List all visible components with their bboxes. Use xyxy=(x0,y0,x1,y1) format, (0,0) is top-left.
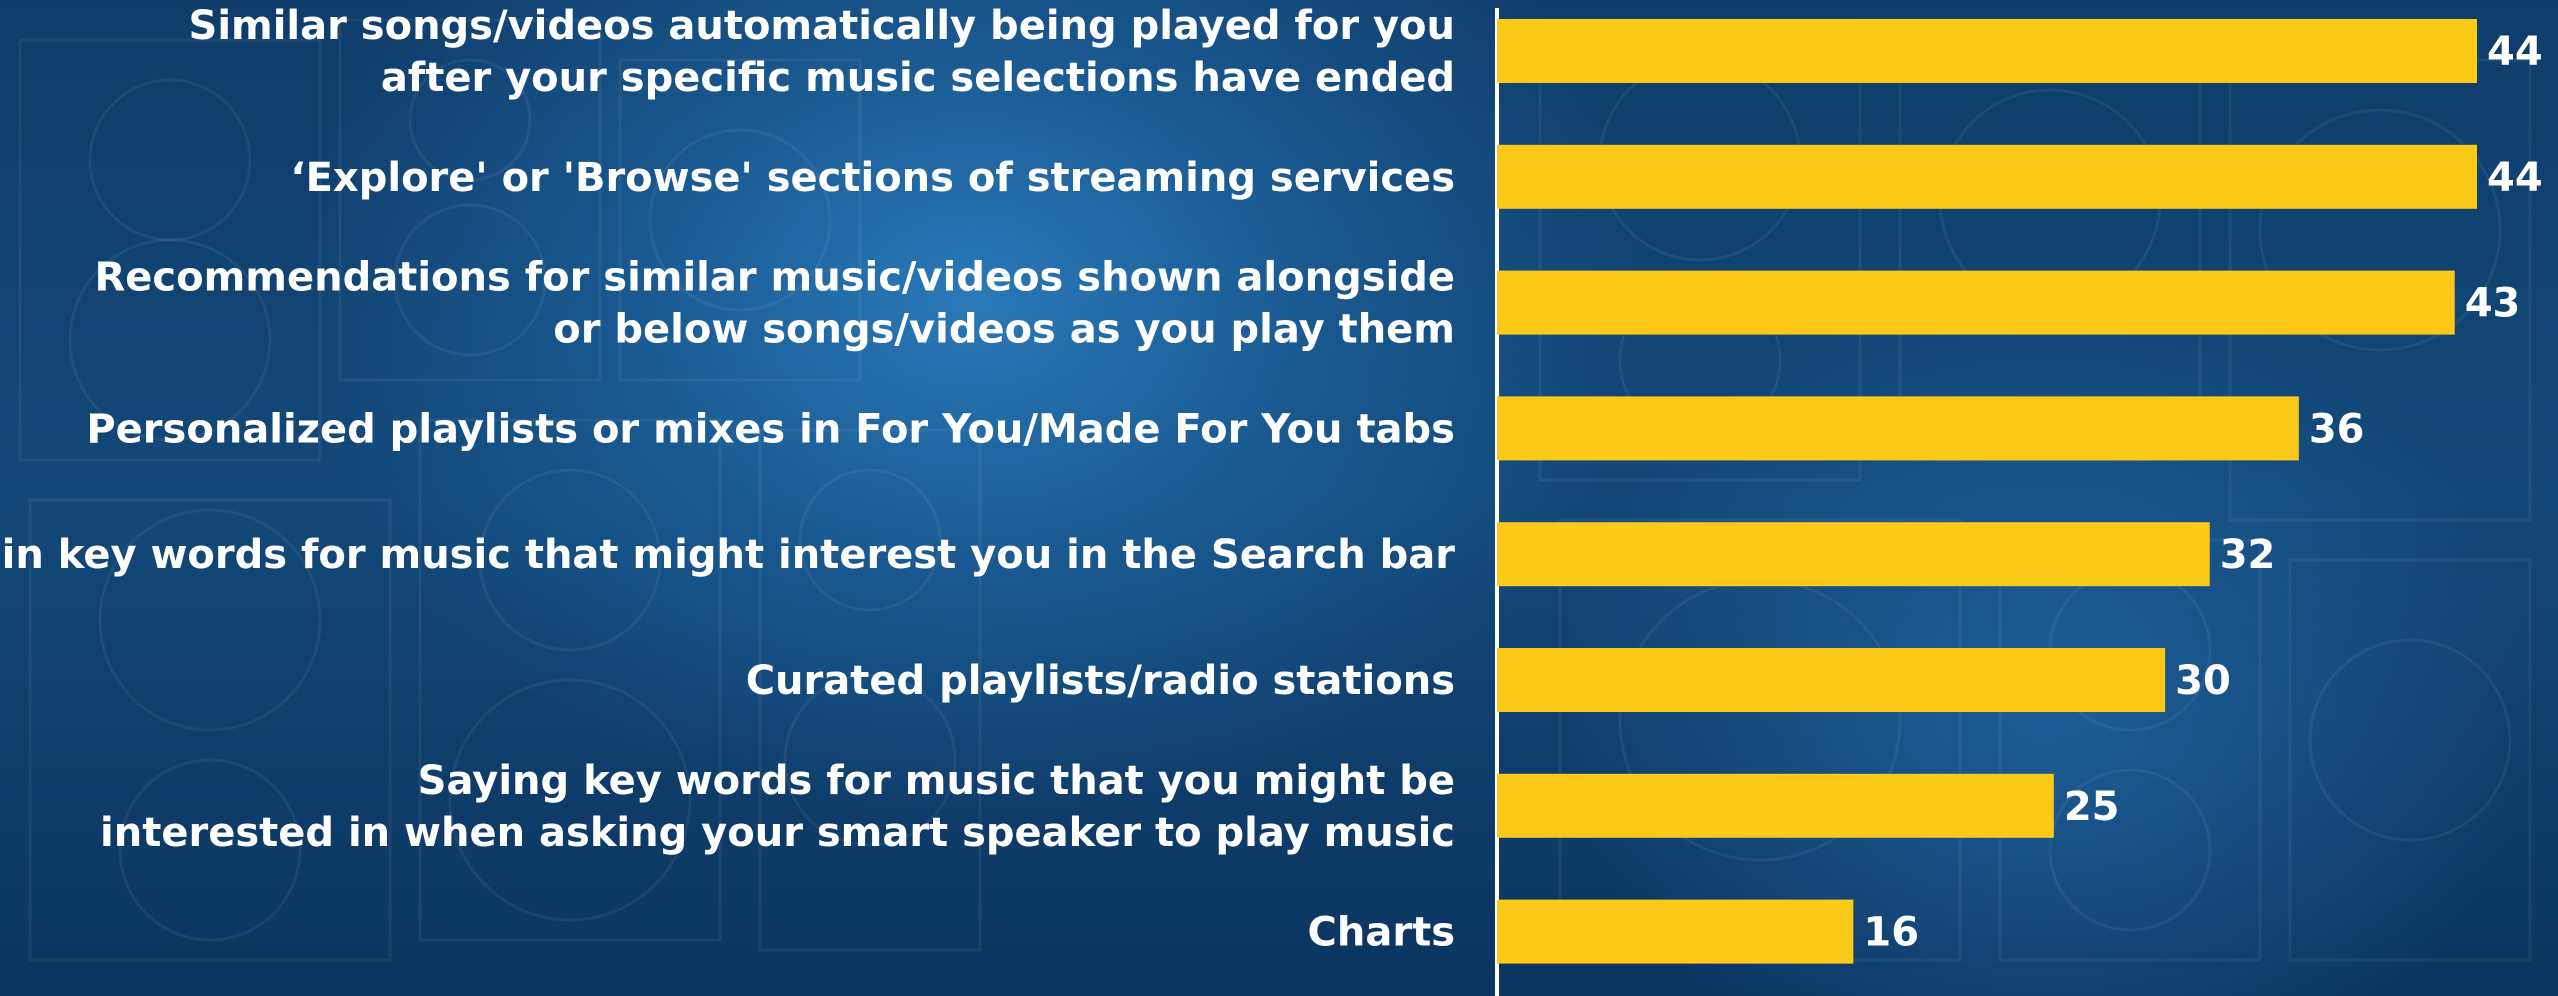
bar xyxy=(1497,899,1854,964)
category-label-line: Recommendations for similar music/videos… xyxy=(95,255,1456,301)
category-label: Similar songs/videos automatically being… xyxy=(189,3,1455,101)
bar xyxy=(1497,144,2477,209)
category-label-line: Curated playlists/radio stations xyxy=(746,658,1455,704)
data-label: 16 xyxy=(1863,910,1919,956)
bar xyxy=(1497,522,2210,587)
bar xyxy=(1497,396,2299,461)
category-label: ‘Explore' or 'Browse' sections of stream… xyxy=(290,155,1455,201)
bar xyxy=(1497,270,2455,335)
bar xyxy=(1497,648,2166,712)
category-label-line: Similar songs/videos automatically being… xyxy=(189,3,1455,49)
bar xyxy=(1497,19,2477,83)
data-label: 25 xyxy=(2064,784,2120,830)
bar xyxy=(1497,773,2054,838)
category-label-line: interested in when asking your smart spe… xyxy=(100,810,1455,856)
data-label: 44 xyxy=(2487,155,2543,201)
category-label: Curated playlists/radio stations xyxy=(746,658,1455,704)
category-label-line: after your specific music selections hav… xyxy=(381,55,1455,101)
bar-chart: 44 Similar songs/videos automatically bei… xyxy=(0,3,2543,996)
category-label: Recommendations for similar music/videos… xyxy=(95,255,1456,353)
category-label-line: Personalized playlists or mixes in For Y… xyxy=(86,406,1455,452)
category-label: Typing in key words for music that might… xyxy=(0,532,1455,578)
category-label-line: Saying key words for music that you migh… xyxy=(418,758,1455,804)
data-label: 32 xyxy=(2220,532,2276,578)
category-label: Personalized playlists or mixes in For Y… xyxy=(86,406,1455,452)
category-label-line: Typing in key words for music that might… xyxy=(0,532,1455,578)
category-label-line: ‘Explore' or 'Browse' sections of stream… xyxy=(290,155,1455,201)
data-label: 36 xyxy=(2309,406,2365,452)
data-label: 44 xyxy=(2487,29,2543,75)
category-label: Saying key words for music that you migh… xyxy=(100,758,1455,856)
category-label-line: or below songs/videos as you play them xyxy=(553,307,1455,353)
data-label: 30 xyxy=(2175,658,2231,704)
category-label: Charts xyxy=(1308,910,1455,956)
category-label-line: Charts xyxy=(1308,910,1455,956)
data-label: 43 xyxy=(2465,281,2521,327)
